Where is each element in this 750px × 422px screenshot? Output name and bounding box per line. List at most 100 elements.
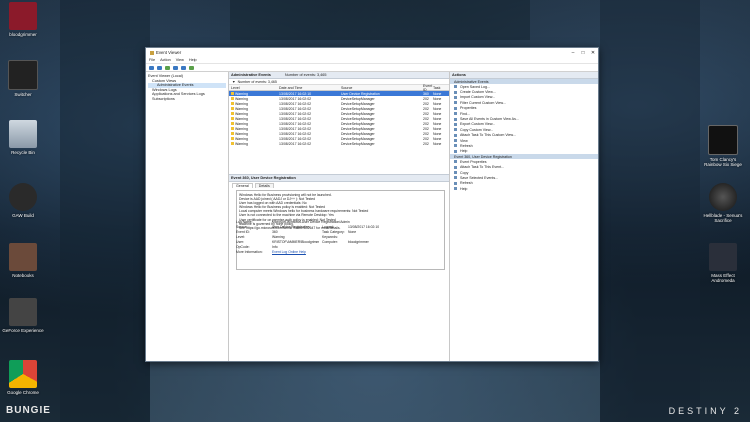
destiny-logo: DESTINY 2 [668,406,742,416]
tree-subscriptions[interactable]: Subscriptions [148,97,226,102]
event-id: 202 [423,106,429,111]
bungie-logo: BUNGIE [6,405,51,416]
console-tree: Event Viewer (Local) Custom Views Admini… [146,72,229,361]
desktop-icon-bloodgrimmer[interactable]: bloodgrimmer [2,2,44,37]
tab-details[interactable]: Details [254,183,274,188]
action-label: Event Properties [460,159,487,164]
event-row[interactable]: Warning 13/08/2017 16:02:02 DeviceSetupMan… [229,131,449,136]
event-row[interactable]: Warning 13/08/2017 16:02:02 DeviceSetupMan… [229,106,449,111]
event-level: Warning [229,92,279,96]
filter-icon: ▼ [232,79,236,84]
switcher-icon [8,60,38,90]
event-viewer-window[interactable]: Event Viewer – □ ✕ File Action View Help… [145,47,599,362]
event-task: None [433,116,442,121]
up-icon[interactable] [165,65,170,70]
chrome-icon [9,360,37,388]
event-properties: Log Name: Microsoft-Windows-User Device … [236,219,398,254]
window-title: Event Viewer [156,50,182,55]
tab-general[interactable]: General [232,183,253,188]
action-icon [454,139,457,143]
opcode-label: OpCode: [236,244,250,249]
recycle-bin-icon [9,120,37,148]
warning-icon [231,102,234,106]
task-category-label: Task Category: [322,229,345,234]
event-detail: Event 360, User Device Registration Gene… [229,174,449,361]
level-value: Warning [272,234,285,239]
event-date: 13/08/2017 16:02:02 [279,111,312,116]
center-pane: Administrative Events Number of events: … [229,72,450,361]
warning-icon [231,122,234,126]
menu-help[interactable]: Help [189,58,197,62]
event-log-online-help-link[interactable]: Event Log Online Help [272,250,306,254]
desktop-icon-chrome[interactable]: Google Chrome [2,360,44,395]
filter-text: Number of events: 3,465 [237,79,277,84]
event-date: 13/08/2017 16:02:02 [279,101,312,106]
event-id: 360 [423,91,429,96]
level-label: Level: [236,234,246,239]
event-row[interactable]: Warning 13/08/2017 16:02:02 DeviceSetupMan… [229,96,449,101]
action-icon [454,165,457,169]
desktop-icon-gaw-build[interactable]: GAW Build [2,183,44,218]
warning-icon [231,107,234,111]
source-label: Source: [236,224,248,229]
event-source: User Device Registration [341,91,380,96]
minimize-icon[interactable]: – [568,50,578,56]
action-label: Save All Events in Custom View As... [460,117,519,122]
action-label: Import Custom View... [460,95,496,100]
desktop-icon-switcher[interactable]: Switcher [2,60,44,97]
bloodgrimmer-icon [9,2,37,30]
col-source[interactable]: Source [341,86,423,90]
menu-action[interactable]: Action [160,58,171,62]
menu-file[interactable]: File [149,58,155,62]
event-row[interactable]: Warning 13/08/2017 16:02:02 DeviceSetupMan… [229,111,449,116]
help-icon[interactable] [181,65,186,70]
desktop-icon-recycle-bin[interactable]: Recycle Bin [2,120,44,155]
event-task: None [433,91,442,96]
action-label: Create Custom View... [460,90,496,95]
event-row[interactable]: Warning 13/08/2017 16:02:02 DeviceSetupMan… [229,136,449,141]
event-level: Warning [229,97,279,101]
action-icon [454,133,457,137]
show-hide-tree-icon[interactable] [173,65,178,70]
action-icon [454,144,457,148]
col-level[interactable]: Level [229,86,279,90]
warning-icon [231,112,234,116]
event-task: None [433,141,442,146]
desktop-icon-rainbow-six[interactable]: Tom Clancy's Rainbow Six Siege [702,125,744,167]
desktop-icon-hellblade[interactable]: Hellblade - Senua's Sacrifice [702,183,744,223]
event-date: 13/08/2017 16:02:02 [279,121,312,126]
desktop-icon-mass-effect[interactable]: Mass Effect Andromeda [702,243,744,283]
menu-view[interactable]: View [176,58,184,62]
event-level: Warning [229,137,279,141]
event-row[interactable]: Warning 13/08/2017 16:02:02 DeviceSetupMan… [229,101,449,106]
event-level: Warning [229,122,279,126]
desktop-icon-geforce[interactable]: GeForce Experience [2,298,44,333]
back-icon[interactable] [149,65,154,70]
col-task[interactable]: Task [433,86,447,90]
event-row[interactable]: Warning 13/08/2017 16:02:10 User Device Re… [229,91,449,96]
desktop-icon-notebooks[interactable]: Notebooks [2,243,44,278]
more-info-label: More Information: [236,249,263,254]
window-titlebar[interactable]: Event Viewer – □ ✕ [146,48,598,57]
maximize-icon[interactable]: □ [578,50,588,56]
source-value: User Device Registration [272,224,310,229]
detail-title: Event 360, User Device Registration [229,174,449,182]
action-icon [454,128,457,132]
keywords-label: Keywords: [322,234,338,239]
event-source: DeviceSetupManager [341,131,375,136]
event-row[interactable]: Warning 13/08/2017 16:02:02 DeviceSetupMan… [229,126,449,131]
close-icon[interactable]: ✕ [588,50,598,56]
action-label: Filter Current Custom View... [460,100,506,105]
event-row[interactable]: Warning 13/08/2017 16:02:02 DeviceSetupMan… [229,116,449,121]
event-task: None [433,136,442,141]
forward-icon[interactable] [157,65,162,70]
event-row[interactable]: Warning 13/08/2017 16:02:02 DeviceSetupMan… [229,121,449,126]
properties-icon[interactable] [189,65,194,70]
action-label: Attach Task To This Custom View... [460,133,516,138]
event-action-help[interactable]: Help [450,186,598,191]
event-row[interactable]: Warning 13/08/2017 16:02:02 DeviceSetupMan… [229,141,449,146]
col-date[interactable]: Date and Time [279,86,341,90]
event-date: 13/08/2017 16:02:02 [279,106,312,111]
actions-list-1: Open Saved Log... Create Custom View... Im… [450,84,598,154]
event-level: Warning [229,102,279,106]
